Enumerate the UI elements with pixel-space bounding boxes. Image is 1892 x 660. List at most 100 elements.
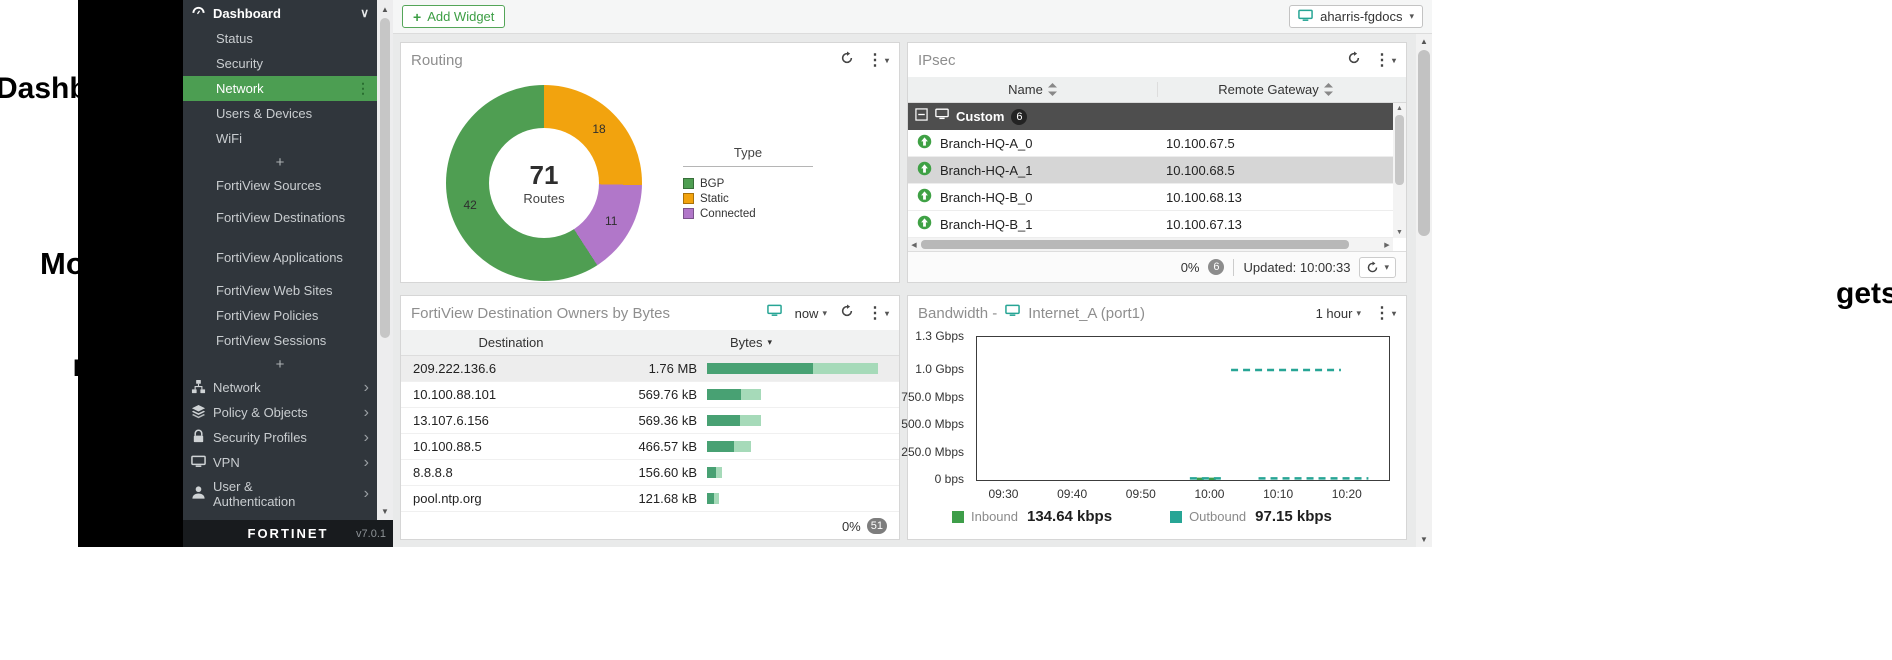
bring-up-icon[interactable] (917, 188, 932, 206)
column-label: Bytes (730, 335, 763, 350)
scroll-left-icon[interactable]: ◀ (908, 238, 920, 251)
sidebar-item-user-authentication[interactable]: User & Authentication › (183, 475, 377, 513)
window-edge-strip (78, 0, 183, 547)
legend-label: Connected (700, 208, 756, 220)
scroll-down-icon[interactable]: ▼ (1416, 532, 1432, 547)
tunnel-name: Branch-HQ-B_0 (940, 190, 1032, 205)
ipsec-vertical-scrollbar[interactable]: ▲ ▼ (1393, 103, 1406, 238)
collapse-minus-icon[interactable] (915, 108, 928, 126)
column-label: Name (1008, 82, 1043, 97)
sidebar-item-network-dashboard[interactable]: Network ⋮ (183, 76, 377, 101)
sidebar-item-fortiview-policies[interactable]: FortiView Policies (183, 303, 377, 328)
ipsec-tunnel-row[interactable]: Branch-HQ-A_0 10.100.67.5 (908, 130, 1406, 157)
donut-center: 71 Routes (489, 128, 599, 238)
scrollbar-thumb[interactable] (1418, 50, 1430, 236)
bandwidth-legend-item[interactable]: Inbound134.64 kbps (952, 508, 1112, 525)
ipsec-table-header: Name Remote Gateway (908, 77, 1406, 103)
fortiview-row[interactable]: pool.ntp.org121.68 kB (401, 486, 899, 512)
column-header-destination[interactable]: Destination (401, 335, 621, 350)
bandwidth-legend-item[interactable]: Outbound97.15 kbps (1170, 508, 1332, 525)
sidebar-item-fortiview-sessions[interactable]: FortiView Sessions (183, 328, 377, 353)
sidebar-scrollbar[interactable]: ▲ ▼ (377, 0, 393, 520)
destination-cell: 13.107.6.156 (401, 413, 611, 428)
sidebar-item-label: Security Profiles (213, 430, 307, 445)
ipsec-group-row[interactable]: Custom 6 (908, 103, 1406, 130)
refresh-icon[interactable] (840, 51, 854, 70)
sidebar-item-label: Security (216, 56, 263, 71)
sidebar-item-dashboard[interactable]: Dashboard ∨ (183, 0, 377, 26)
sidebar-item-label: WiFi (216, 131, 242, 146)
routing-donut[interactable]: 71 Routes 181142 (446, 85, 642, 281)
admin-menu-button[interactable]: aharris-fgdocs ▾ (1289, 5, 1423, 28)
add-widget-button[interactable]: + Add Widget (402, 5, 505, 28)
sidebar-item-vpn[interactable]: VPN › (183, 450, 377, 475)
x-axis-tick: 09:30 (988, 487, 1018, 501)
sidebar-item-fortiview-web-sites[interactable]: FortiView Web Sites (183, 278, 377, 303)
scroll-up-icon[interactable]: ▲ (377, 2, 393, 16)
scroll-up-icon[interactable]: ▲ (1416, 34, 1432, 49)
bring-up-icon[interactable] (917, 161, 932, 179)
ipsec-tunnel-row[interactable]: Branch-HQ-B_1 10.100.67.13 (908, 211, 1406, 238)
series-name: Inbound (971, 509, 1018, 524)
legend-item[interactable]: BGP (683, 176, 813, 191)
sidebar-item-security[interactable]: Security (183, 51, 377, 76)
time-range-dropdown[interactable]: 1 hour▾ (1316, 306, 1361, 321)
scroll-down-icon[interactable]: ▼ (377, 504, 393, 518)
sidebar-item-network[interactable]: Network › (183, 375, 377, 400)
ipsec-horizontal-scrollbar[interactable]: ◀ ▶ (908, 238, 1393, 251)
widget-menu-icon[interactable]: ⋮▾ (867, 50, 889, 70)
fortiview-row[interactable]: 8.8.8.8156.60 kB (401, 460, 899, 486)
donut-slice-value: 42 (463, 198, 476, 212)
fortiview-row[interactable]: 10.100.88.5466.57 kB (401, 434, 899, 460)
destination-cell: 8.8.8.8 (401, 465, 611, 480)
tunnel-name: Branch-HQ-B_1 (940, 217, 1032, 232)
sidebar-item-policy-objects[interactable]: Policy & Objects › (183, 400, 377, 425)
ipsec-widget-header: IPsec ⋮▾ (908, 43, 1406, 77)
scroll-right-icon[interactable]: ▶ (1381, 238, 1393, 251)
sidebar-item-fortiview-sources[interactable]: FortiView Sources (183, 173, 377, 198)
drag-dots-icon[interactable]: ⋮ (356, 80, 370, 97)
widget-menu-icon[interactable]: ⋮▾ (1374, 303, 1396, 323)
sidebar-item-wifi[interactable]: WiFi (183, 126, 377, 151)
chevron-right-icon: › (364, 405, 369, 421)
fortiview-row[interactable]: 13.107.6.156569.36 kB (401, 408, 899, 434)
bring-up-icon[interactable] (917, 134, 932, 152)
sidebar-item-status[interactable]: Status (183, 26, 377, 51)
scrollbar-thumb[interactable] (921, 240, 1349, 249)
sidebar-item-fortiview-applications[interactable]: FortiView Applications (183, 238, 377, 278)
sidebar-item-security-profiles[interactable]: Security Profiles › (183, 425, 377, 450)
chevron-down-icon: ▾ (822, 308, 827, 319)
refresh-icon[interactable] (1347, 51, 1361, 70)
add-dashboard-button[interactable]: + (183, 151, 377, 173)
sidebar-item-fortiview-destinations[interactable]: FortiView Destinations (183, 198, 377, 238)
column-header-name[interactable]: Name (908, 82, 1158, 97)
refresh-icon (1366, 261, 1379, 274)
y-axis-tick: 1.3 Gbps (915, 329, 964, 343)
y-axis-tick: 0 bps (935, 472, 964, 486)
legend-item[interactable]: Connected (683, 206, 813, 221)
add-fortiview-button[interactable]: + (183, 353, 377, 375)
legend-swatch (683, 193, 694, 204)
scroll-down-icon[interactable]: ▼ (1393, 227, 1406, 238)
ipsec-tunnel-row[interactable]: Branch-HQ-B_0 10.100.68.13 (908, 184, 1406, 211)
ipsec-tunnel-row[interactable]: Branch-HQ-A_1 10.100.68.5 (908, 157, 1406, 184)
scroll-up-icon[interactable]: ▲ (1393, 103, 1406, 114)
remote-gateway: 10.100.67.13 (1158, 217, 1393, 232)
refresh-dropdown-button[interactable]: ▾ (1359, 257, 1396, 278)
destination-cell: pool.ntp.org (401, 491, 611, 506)
scrollbar-thumb[interactable] (380, 18, 390, 338)
sidebar-item-users-devices[interactable]: Users & Devices (183, 101, 377, 126)
content-scrollbar[interactable]: ▲ ▼ (1416, 34, 1432, 547)
column-header-bytes[interactable]: Bytes▾ (621, 335, 881, 350)
legend-item[interactable]: Static (683, 191, 813, 206)
bring-up-icon[interactable] (917, 215, 932, 233)
column-header-remote-gateway[interactable]: Remote Gateway (1158, 82, 1393, 97)
widget-menu-icon[interactable]: ⋮▾ (867, 303, 889, 323)
time-range-dropdown[interactable]: now▾ (795, 306, 827, 321)
scrollbar-thumb[interactable] (1395, 115, 1404, 185)
divider (1233, 259, 1234, 276)
widget-menu-icon[interactable]: ⋮▾ (1374, 50, 1396, 70)
fortiview-row[interactable]: 10.100.88.101569.76 kB (401, 382, 899, 408)
refresh-icon[interactable] (840, 304, 854, 323)
fortiview-row[interactable]: 209.222.136.61.76 MB (401, 356, 899, 382)
